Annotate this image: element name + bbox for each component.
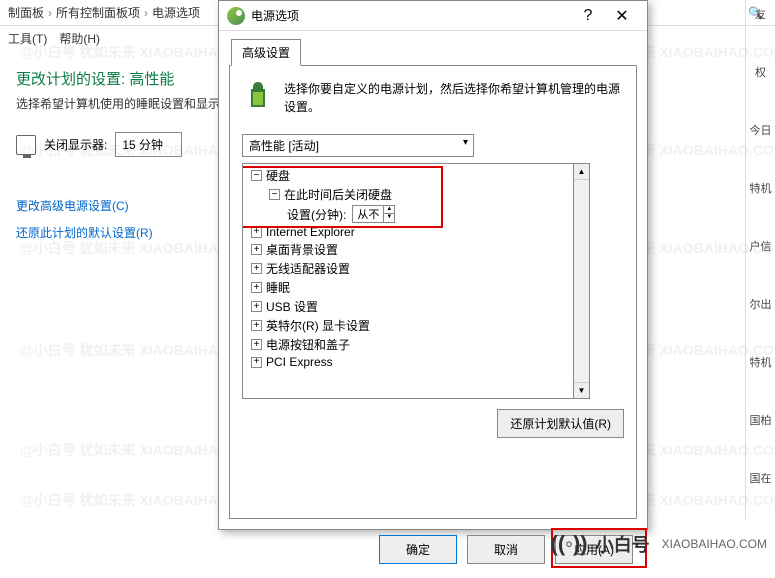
scroll-down-icon[interactable]: ▼	[574, 382, 589, 398]
expand-icon[interactable]: +	[251, 357, 262, 368]
battery-icon	[242, 80, 274, 112]
display-off-label: 关闭显示器:	[44, 136, 107, 153]
monitor-icon	[16, 135, 36, 155]
brand-watermark: ((◦)) 小白号 XIAOBAIHAO.COM	[551, 531, 767, 557]
power-options-dialog: 电源选项 ? ✕ 高级设置 选择你要自定义的电源计划，然后选择你希望计算机管理的…	[218, 0, 648, 530]
settings-tree: − 硬盘 − 在此时间后关闭硬盘 设置(分钟): 从不 ▲▼	[242, 163, 574, 399]
tree-item[interactable]: +PCI Express	[243, 354, 573, 370]
tree-item[interactable]: +USB 设置	[243, 297, 573, 316]
highlight-box	[242, 166, 443, 228]
right-strip: 友权今日 特机户信尔出 特机国柏国在	[745, 0, 775, 520]
expand-icon[interactable]: +	[251, 244, 262, 255]
dialog-description: 选择你要自定义的电源计划，然后选择你希望计算机管理的电源设置。	[284, 80, 624, 116]
dialog-title: 电源选项	[251, 7, 571, 24]
tree-item[interactable]: +电源按钮和盖子	[243, 335, 573, 354]
help-button[interactable]: ?	[571, 5, 605, 27]
tree-scrollbar[interactable]: ▲ ▼	[574, 163, 590, 399]
expand-icon[interactable]: +	[251, 282, 262, 293]
expand-icon[interactable]: +	[251, 263, 262, 274]
expand-icon[interactable]: +	[251, 301, 262, 312]
cancel-button[interactable]: 取消	[467, 535, 545, 564]
expand-icon[interactable]: +	[251, 339, 262, 350]
breadcrumb-item[interactable]: 制面板	[8, 4, 44, 21]
brand-icon: ((◦))	[551, 531, 588, 557]
breadcrumb-item[interactable]: 电源选项	[152, 4, 200, 21]
breadcrumb-item[interactable]: 所有控制面板项	[56, 4, 140, 21]
expand-icon[interactable]: +	[251, 227, 262, 238]
expand-icon[interactable]: +	[251, 320, 262, 331]
tree-item[interactable]: +睡眠	[243, 278, 573, 297]
plan-dropdown[interactable]: 高性能 [活动]	[242, 134, 474, 157]
chevron-icon: ›	[144, 6, 148, 20]
display-off-select[interactable]: 15 分钟	[115, 132, 182, 157]
restore-defaults-button[interactable]: 还原计划默认值(R)	[497, 409, 624, 438]
menu-help[interactable]: 帮助(H)	[59, 30, 100, 48]
chevron-icon: ›	[48, 6, 52, 20]
menu-tools[interactable]: 工具(T)	[8, 30, 47, 48]
tree-item[interactable]: +无线适配器设置	[243, 259, 573, 278]
power-icon	[227, 7, 245, 25]
scroll-up-icon[interactable]: ▲	[574, 164, 589, 180]
ok-button[interactable]: 确定	[379, 535, 457, 564]
tab-advanced[interactable]: 高级设置	[231, 39, 301, 66]
tree-item[interactable]: +桌面背景设置	[243, 240, 573, 259]
close-button[interactable]: ✕	[605, 5, 639, 27]
tree-item[interactable]: +英特尔(R) 显卡设置	[243, 316, 573, 335]
dialog-titlebar[interactable]: 电源选项 ? ✕	[219, 1, 647, 31]
